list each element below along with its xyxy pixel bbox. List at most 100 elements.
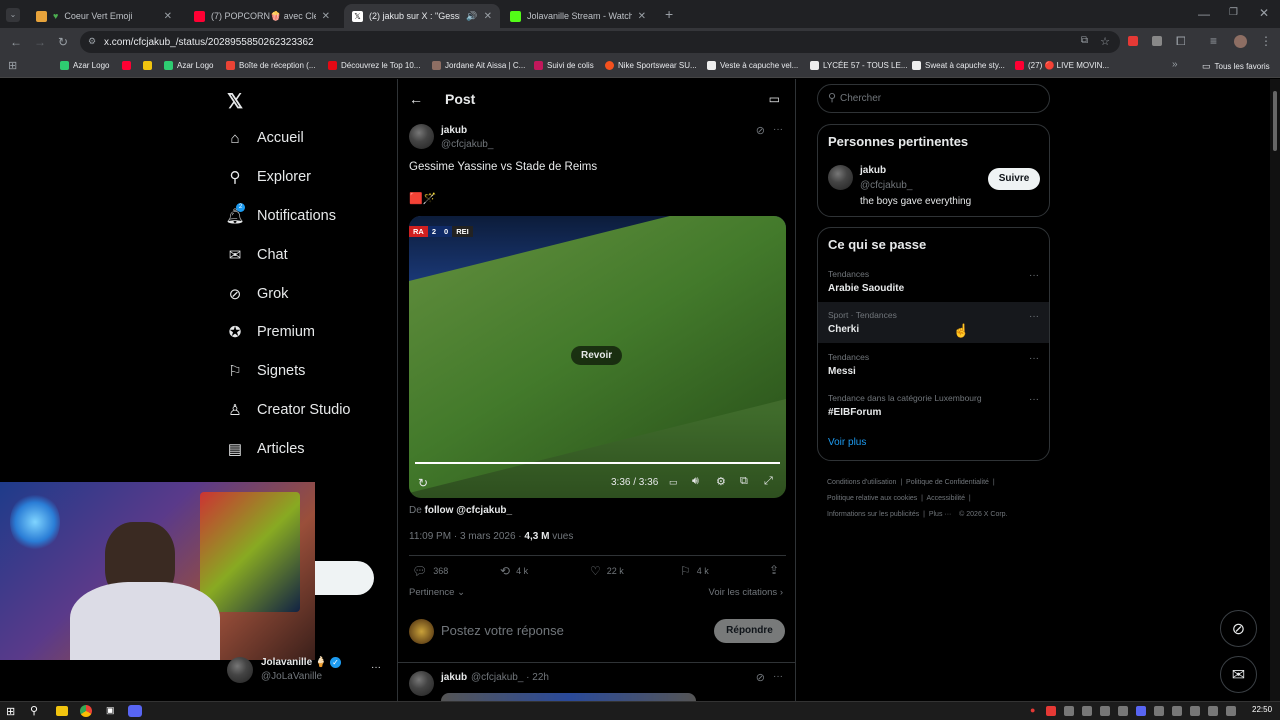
chrome-icon[interactable] [80, 705, 92, 717]
footer-link[interactable]: Plus ··· [929, 511, 952, 518]
tray-icon[interactable] [1208, 706, 1218, 716]
nav-item-creator-studio[interactable]: ♙ Creator Studio [227, 402, 350, 419]
nav-item-chat[interactable]: ✉ Chat [227, 247, 288, 264]
tray-icon[interactable] [1154, 706, 1164, 716]
search-box[interactable]: ⚲ Chercher [817, 84, 1050, 113]
view-quotes-link[interactable]: Voir les citations › [709, 587, 783, 598]
bookmark-item[interactable]: Découvrez le Top 10... [328, 61, 420, 70]
follow-button[interactable]: Suivre [988, 168, 1040, 190]
reply-author-name[interactable]: jakub [441, 672, 467, 683]
grok-icon[interactable]: ⊘ [756, 671, 765, 684]
nav-item-bookmarks[interactable]: ⚐ Signets [227, 363, 305, 380]
footer-link[interactable]: Politique relative aux cookies [827, 495, 917, 502]
back-arrow-icon[interactable]: ← [409, 91, 423, 107]
tray-mic-icon[interactable]: ● [1030, 705, 1035, 715]
tray-icon[interactable] [1190, 706, 1200, 716]
profile-avatar-icon[interactable] [1234, 35, 1247, 48]
see-more-link[interactable]: Voir plus [828, 437, 866, 448]
person-avatar[interactable] [828, 165, 853, 190]
tray-icon[interactable] [1118, 706, 1128, 716]
bookmark-action[interactable]: ⚐ 4 k [680, 564, 709, 578]
reply-media[interactable] [441, 693, 696, 701]
person-handle[interactable]: @cfcjakub_ [860, 180, 912, 191]
volume-icon[interactable]: 🔊︎ [692, 475, 699, 488]
media-control-icon[interactable]: ≡ [1210, 34, 1217, 48]
more-options-icon[interactable]: ··· [773, 124, 783, 135]
footer-link[interactable]: Informations sur les publicités [827, 511, 919, 518]
reader-view-icon[interactable]: ▭ [769, 92, 780, 106]
nav-item-grok[interactable]: ⊘ Grok [227, 286, 289, 303]
bookmark-item[interactable] [122, 61, 131, 70]
video-progress-track[interactable] [415, 462, 780, 464]
author-name[interactable]: jakub [441, 125, 467, 136]
trend-item[interactable]: Tendances Arabie Saoudite [828, 269, 1038, 294]
clock[interactable]: 22:50 [1252, 705, 1272, 714]
messages-fab[interactable]: ✉ [1220, 656, 1257, 693]
post-date[interactable]: 11:09 PM · 3 mars 2026 · [409, 531, 524, 542]
minimize-icon[interactable]: — [1198, 7, 1210, 21]
close-tab-icon[interactable]: ✕ [322, 11, 330, 22]
browser-tab-1[interactable]: ♥ Coeur Vert Emoji ✕ [28, 4, 180, 28]
restore-icon[interactable]: ❐ [1229, 7, 1238, 18]
grok-icon[interactable]: ⊘ [756, 124, 765, 137]
scrollbar-thumb[interactable] [1273, 91, 1277, 151]
new-tab-icon[interactable]: + [665, 6, 673, 22]
nav-item-explore[interactable]: ⚲ Explorer [227, 169, 312, 186]
all-bookmarks[interactable]: ▭ Tous les favoris [1202, 61, 1270, 72]
share-icon[interactable]: ⇪ [769, 563, 779, 577]
close-tab-icon[interactable]: ✕ [164, 11, 172, 22]
reload-icon[interactable]: ↻ [58, 35, 68, 49]
trend-more-icon[interactable]: ··· [1029, 394, 1039, 405]
pip-icon[interactable]: ⧉ [740, 475, 748, 488]
page-scrollbar[interactable] [1270, 79, 1280, 701]
close-tab-icon[interactable]: ✕ [484, 11, 492, 22]
bookmark-item[interactable]: Sweat à capuche sty... [912, 61, 1005, 70]
tray-icon[interactable] [1046, 706, 1056, 716]
bookmark-item[interactable]: Azar Logo [164, 61, 213, 70]
reply-action[interactable]: 💬︎ 368 [412, 564, 448, 578]
browser-tab-4[interactable]: Jolavanille Stream - Watch Live ✕ [502, 4, 654, 28]
trend-item[interactable]: Tendances Messi [828, 352, 1038, 377]
person-name[interactable]: jakub [860, 165, 886, 176]
tray-icon[interactable] [1082, 706, 1092, 716]
repost-action[interactable]: ⟲ 4 k [500, 564, 528, 578]
reply-author-avatar[interactable] [409, 671, 434, 696]
from-link[interactable]: follow @cfcjakub_ [425, 505, 513, 516]
bookmark-item[interactable]: Suivi de colis [534, 61, 594, 70]
settings-gear-icon[interactable]: ⚙ [716, 475, 726, 488]
bookmark-item[interactable]: LYCÉE 57 - TOUS LE... [810, 61, 907, 70]
bookmark-item[interactable]: Boîte de réception (... [226, 61, 316, 70]
x-logo-icon[interactable]: 𝕏 [227, 89, 243, 114]
bookmark-item[interactable]: Azar Logo [60, 61, 109, 70]
bookmark-item[interactable]: (27) 🔴 LIVE MOVIN... [1015, 61, 1109, 70]
nav-item-notifications[interactable]: 🔔︎ 2 Notifications [225, 203, 336, 225]
audio-icon[interactable]: 🔊 [466, 11, 477, 22]
reply-button[interactable]: Répondre [714, 619, 785, 643]
like-action[interactable]: ♡ 22 k [590, 564, 624, 578]
extensions-puzzle-icon[interactable]: ⧠ [1176, 34, 1186, 49]
close-tab-icon[interactable]: ✕ [638, 11, 646, 22]
bookmark-item[interactable]: Jordane Ait Aissa | C... [432, 61, 525, 70]
tray-icon[interactable] [1172, 706, 1182, 716]
account-more-icon[interactable]: ··· [371, 662, 381, 673]
replay-icon[interactable]: ↻ [418, 476, 428, 490]
trend-more-icon[interactable]: ··· [1029, 311, 1039, 322]
video-player[interactable]: RA 2 0 REI Revoir ↻ 3:36 / 3:36 ▭ 🔊︎ ⚙ ⧉… [409, 216, 786, 498]
more-bookmarks-icon[interactable]: » [1172, 59, 1178, 70]
browser-tab-2[interactable]: (7) POPCORN🍿 avec Clem Qui ✕ [186, 4, 338, 28]
nav-item-articles[interactable]: ▤ Articles [227, 441, 305, 458]
footer-link[interactable]: Politique de Confidentialité [906, 479, 989, 486]
extension-icon[interactable] [1152, 36, 1162, 46]
bookmark-item[interactable]: Veste à capuche vel... [707, 61, 798, 70]
bookmark-item[interactable] [143, 61, 152, 70]
search-icon[interactable]: ⚲ [30, 704, 38, 717]
browser-tab-3-active[interactable]: 𝕏 (2) jakub sur X : "Gessime Y 🔊 ✕ [344, 4, 500, 28]
tray-icon[interactable] [1064, 706, 1074, 716]
replay-button[interactable]: Revoir [571, 346, 623, 365]
file-explorer-icon[interactable] [56, 706, 68, 716]
back-icon[interactable]: ← [10, 35, 22, 49]
sort-dropdown[interactable]: Pertinence ⌄ [409, 587, 465, 598]
author-avatar[interactable] [409, 124, 434, 149]
app-icon[interactable]: ▣ [106, 705, 115, 716]
author-handle[interactable]: @cfcjakub_ [441, 139, 493, 150]
